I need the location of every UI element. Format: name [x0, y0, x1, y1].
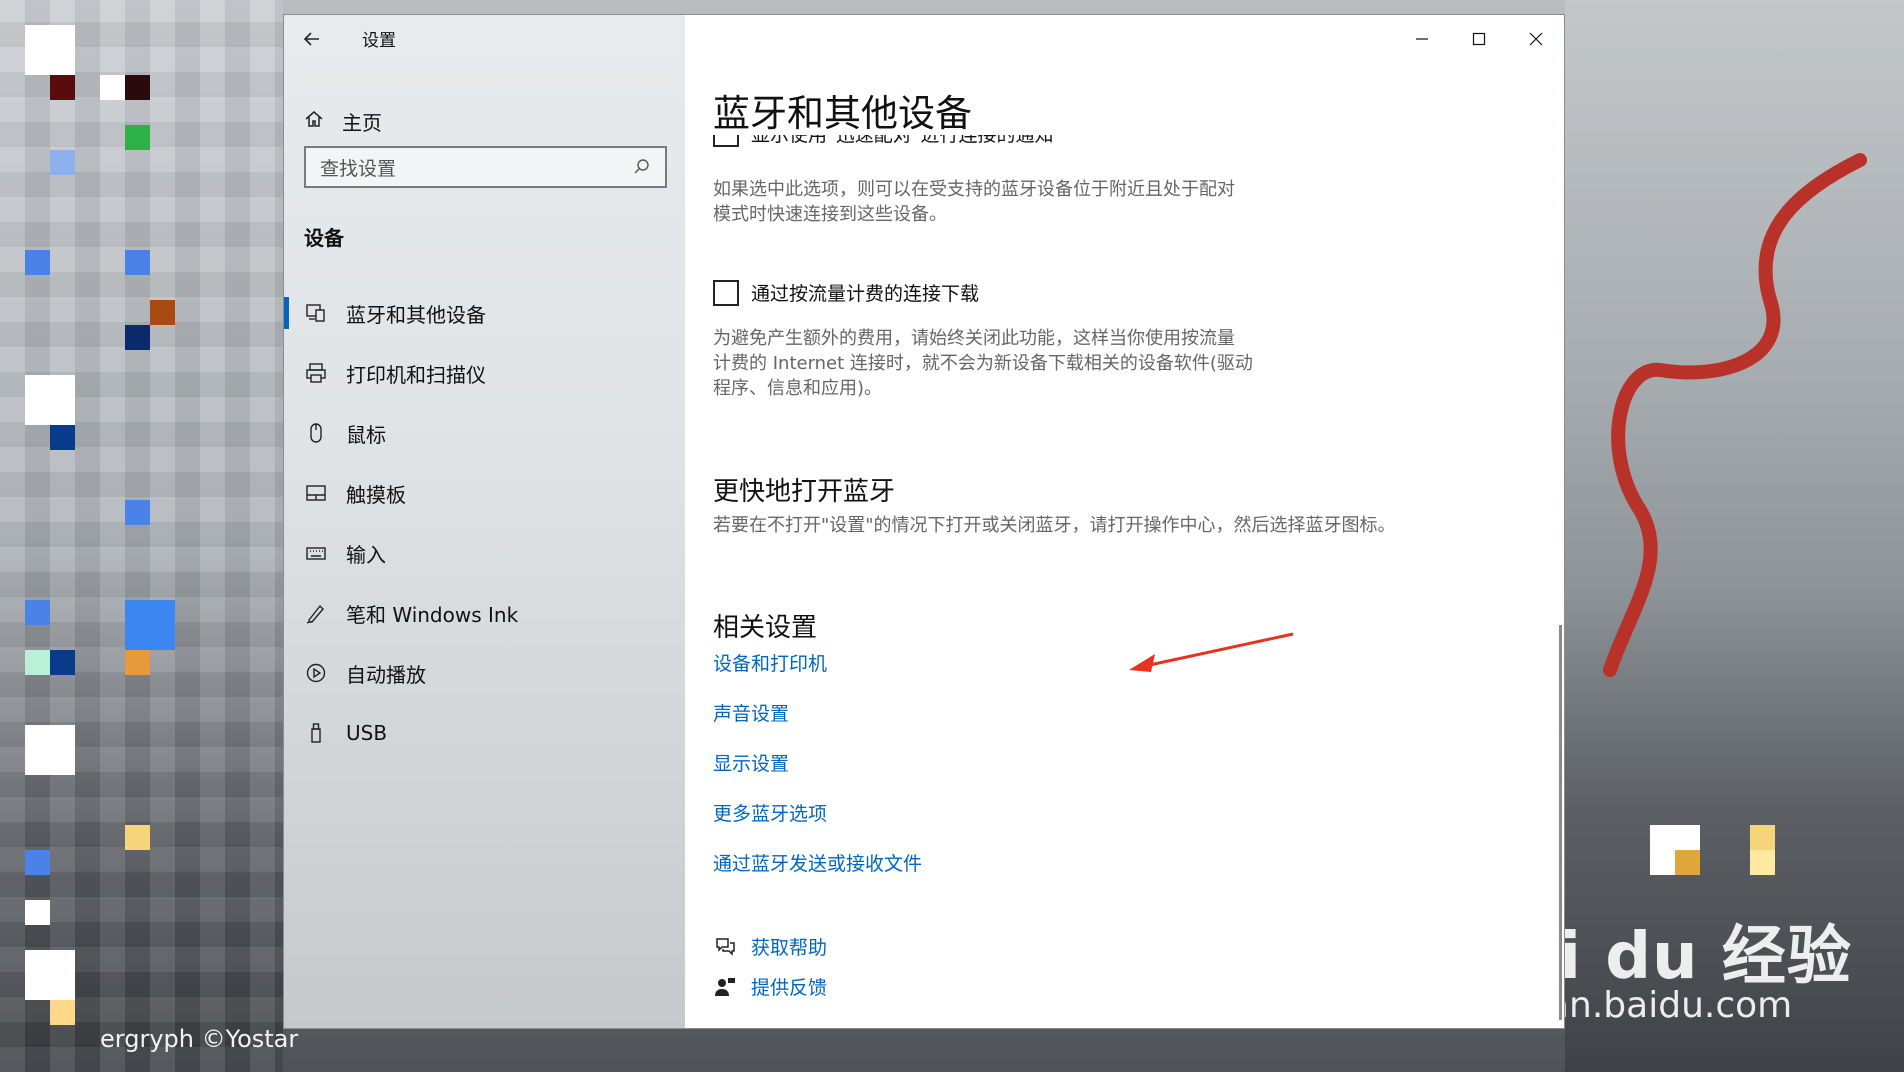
sidebar-item-label: 蓝牙和其他设备 [346, 302, 486, 327]
link-bluetooth-file-transfer[interactable]: 通过蓝牙发送或接收文件 [713, 849, 922, 876]
home-label: 主页 [342, 110, 382, 135]
link-devices-and-printers[interactable]: 设备和打印机 [713, 649, 827, 676]
metered-download-label: 通过按流量计费的连接下载 [751, 283, 980, 305]
home-link[interactable]: 主页 [304, 103, 382, 139]
swift-pair-checkbox[interactable] [713, 135, 739, 147]
desktop-background-left [0, 0, 283, 1072]
printer-icon [304, 361, 328, 385]
desc-line: 程序、信息和应用)。 [713, 378, 883, 399]
back-arrow-icon[interactable] [300, 29, 324, 53]
pen-icon [304, 601, 328, 625]
close-icon[interactable] [1507, 23, 1564, 55]
sidebar-item-label: USB [346, 721, 388, 745]
bluetooth-quick-heading: 更快地打开蓝牙 [713, 477, 896, 507]
desc-line: 为避免产生额外的费用，请始终关闭此功能，这样当你使用按流量 [713, 328, 1235, 349]
get-help-label: 获取帮助 [751, 937, 828, 959]
wallpaper-credit: ergryph ©Yostar [100, 1025, 299, 1053]
minimize-icon[interactable] [1393, 23, 1450, 55]
related-settings-heading: 相关设置 [713, 613, 818, 643]
section-label-devices: 设备 [304, 226, 344, 250]
desc-line: 计费的 Internet 连接时，就不会为新设备下载相关的设备软件(驱动 [713, 353, 1253, 374]
sidebar-item-touchpad[interactable]: 触摸板 [284, 463, 685, 523]
sidebar-item-label: 鼠标 [346, 422, 386, 447]
help-chat-icon [713, 935, 737, 959]
sidebar-item-mouse[interactable]: 鼠标 [284, 403, 685, 463]
swift-pair-label: 显示使用"迅速配对"进行连接的通知 [751, 135, 1054, 146]
content-pane: 蓝牙和其他设备 显示使用"迅速配对"进行连接的通知 如果选中此选项，则可以在受支… [685, 15, 1564, 1028]
keyboard-icon [304, 541, 328, 565]
bluetooth-devices-icon [304, 301, 328, 325]
metered-download-checkbox[interactable] [713, 279, 739, 306]
touchpad-icon [304, 481, 328, 505]
maximize-icon[interactable] [1450, 23, 1507, 55]
get-help-link[interactable]: 获取帮助 [713, 933, 827, 960]
search-icon[interactable] [633, 158, 651, 176]
page-title: 蓝牙和其他设备 [713, 92, 972, 135]
sidebar-item-label: 输入 [346, 542, 386, 567]
sidebar-item-autoplay[interactable]: 自动播放 [284, 643, 685, 703]
sidebar-item-printers[interactable]: 打印机和扫描仪 [284, 343, 685, 403]
sidebar: 设置 主页 查找设置 设备 蓝牙和其他设备 打印机和扫描仪 鼠标 触摸板 输入 … [284, 15, 685, 1028]
sidebar-nav: 蓝牙和其他设备 打印机和扫描仪 鼠标 触摸板 输入 笔和 Windows Ink… [284, 283, 685, 763]
sidebar-item-usb[interactable]: USB [284, 703, 685, 763]
sidebar-item-typing[interactable]: 输入 [284, 523, 685, 583]
bluetooth-quick-description: 若要在不打开"设置"的情况下打开或关闭蓝牙，请打开操作中心，然后选择蓝牙图标。 [713, 515, 1396, 536]
give-feedback-label: 提供反馈 [751, 977, 828, 999]
swift-pair-option-clipped: 显示使用"迅速配对"进行连接的通知 [713, 135, 1553, 165]
autoplay-icon [304, 661, 328, 685]
home-icon [304, 109, 324, 134]
metered-download-option[interactable]: 通过按流量计费的连接下载 [713, 279, 979, 306]
red-ribbon-decoration [1603, 153, 1867, 677]
scrollbar[interactable] [1559, 625, 1562, 1020]
sidebar-item-label: 触摸板 [346, 482, 406, 507]
desc-line: 模式时快速连接到这些设备。 [713, 204, 947, 225]
swift-pair-description: 如果选中此选项，则可以在受支持的蓝牙设备位于附近且处于配对 模式时快速连接到这些… [713, 177, 1273, 227]
link-sound-settings[interactable]: 声音设置 [713, 699, 789, 726]
search-input[interactable]: 查找设置 [304, 146, 667, 188]
sidebar-item-label: 自动播放 [346, 662, 426, 687]
sidebar-item-bluetooth[interactable]: 蓝牙和其他设备 [284, 283, 685, 343]
link-more-bluetooth-options[interactable]: 更多蓝牙选项 [713, 799, 827, 826]
red-annotation-arrow [1129, 632, 1294, 672]
feedback-person-icon [713, 975, 737, 999]
usb-icon [304, 721, 328, 745]
mouse-icon [304, 421, 328, 445]
link-display-settings[interactable]: 显示设置 [713, 749, 789, 776]
settings-window: 设置 主页 查找设置 设备 蓝牙和其他设备 打印机和扫描仪 鼠标 触摸板 输入 … [283, 14, 1565, 1029]
sidebar-item-label: 笔和 Windows Ink [346, 602, 519, 627]
metered-download-description: 为避免产生额外的费用，请始终关闭此功能，这样当你使用按流量 计费的 Intern… [713, 326, 1273, 401]
window-title: 设置 [362, 31, 396, 51]
sidebar-item-pen[interactable]: 笔和 Windows Ink [284, 583, 685, 643]
sidebar-item-label: 打印机和扫描仪 [346, 362, 486, 387]
window-controls [1393, 23, 1564, 55]
give-feedback-link[interactable]: 提供反馈 [713, 973, 827, 1000]
search-placeholder: 查找设置 [320, 157, 397, 180]
desc-line: 如果选中此选项，则可以在受支持的蓝牙设备位于附近且处于配对 [713, 179, 1235, 200]
